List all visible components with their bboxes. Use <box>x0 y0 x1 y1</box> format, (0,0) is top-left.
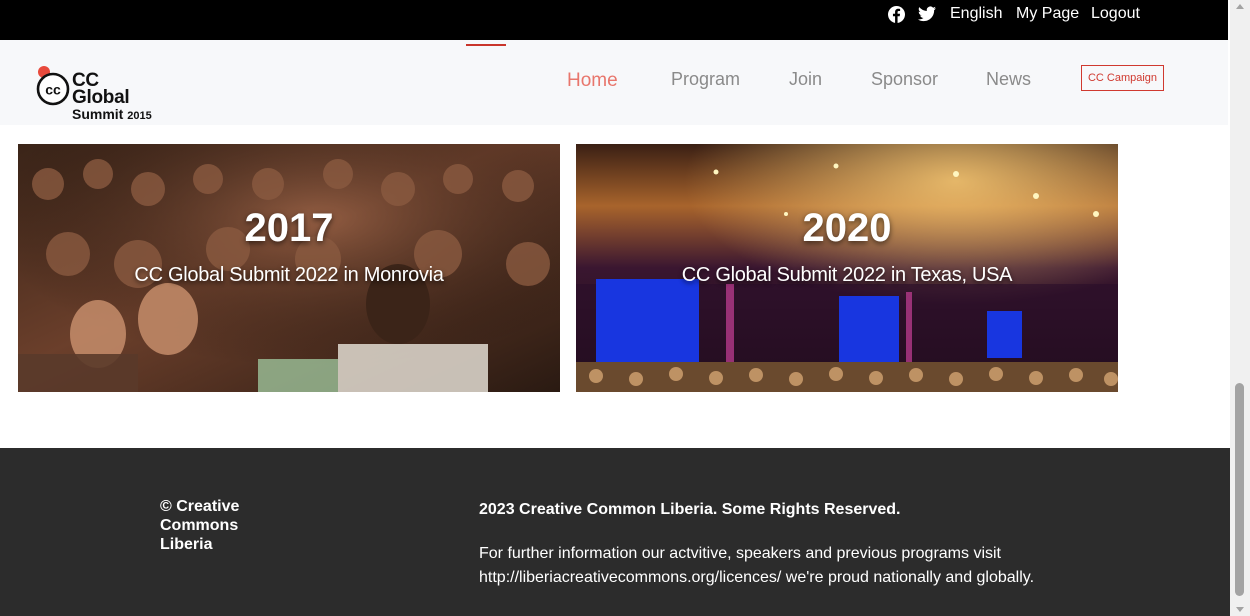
my-page-link[interactable]: My Page <box>1016 4 1079 24</box>
page: English My Page Logout cc CC Global Summ… <box>0 0 1250 616</box>
scrollbar-thumb[interactable] <box>1235 383 1244 596</box>
logo-subtitle: Summit 2015 <box>72 106 152 122</box>
site-footer: © Creative Commons Liberia 2023 Creative… <box>0 448 1230 616</box>
card-subtitle: CC Global Submit 2022 in Texas, USA <box>681 264 1013 286</box>
site-header: cc CC Global Summit 2015 Home Program Jo… <box>0 40 1228 125</box>
nav-program[interactable]: Program <box>671 68 740 90</box>
nav-join[interactable]: Join <box>789 68 822 90</box>
svg-text:cc: cc <box>45 82 61 98</box>
nav-home[interactable]: Home <box>567 70 618 92</box>
card-year: 2020 <box>802 206 892 250</box>
top-bar: English My Page Logout <box>0 0 1228 40</box>
logout-link[interactable]: Logout <box>1091 4 1140 24</box>
footer-info: For further information our actvitive, s… <box>479 545 1035 586</box>
site-logo[interactable]: cc CC Global Summit 2015 <box>35 66 155 122</box>
card-subtitle: CC Global Submit 2022 in Monrovia <box>134 264 444 286</box>
nav-sponsor[interactable]: Sponsor <box>871 68 938 90</box>
event-card-2017[interactable]: 2017 CC Global Submit 2022 in Monrovia <box>18 144 560 392</box>
facebook-icon[interactable] <box>887 5 905 23</box>
cc-campaign-button[interactable]: CC Campaign <box>1081 65 1164 91</box>
nav-news[interactable]: News <box>986 68 1031 90</box>
logo-text: CC Global Summit 2015 <box>72 70 155 125</box>
logo-title: CC Global <box>72 70 130 108</box>
twitter-icon[interactable] <box>918 5 936 23</box>
active-nav-indicator <box>466 44 506 46</box>
language-link[interactable]: English <box>950 4 1002 24</box>
event-card-2020[interactable]: 2020 CC Global Submit 2022 in Texas, USA <box>576 144 1118 392</box>
footer-rights: 2023 Creative Common Liberia. Some Right… <box>479 501 901 518</box>
cc-logo-icon: cc <box>36 66 70 106</box>
scroll-down-icon[interactable] <box>1236 607 1244 612</box>
scroll-up-icon[interactable] <box>1236 4 1244 9</box>
footer-brand: © Creative Commons Liberia <box>160 498 240 553</box>
card-year: 2017 <box>244 206 334 250</box>
page-scrollbar[interactable] <box>1230 0 1250 616</box>
